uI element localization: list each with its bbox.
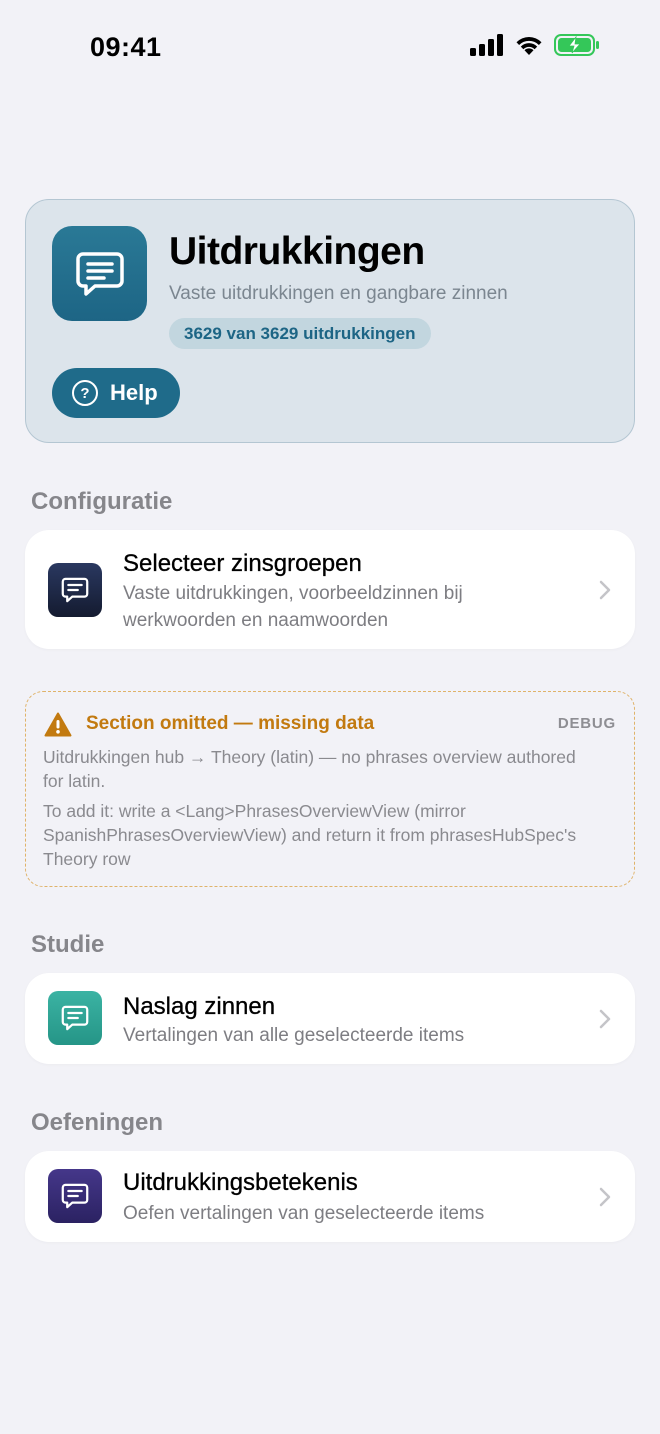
section-header-configuratie: Configuratie [31,488,173,515]
chat-bubble-icon [52,226,147,321]
select-groups-row[interactable]: Selecteer zinsgroepen Vaste uitdrukkinge… [25,530,635,649]
debug-tag: DEBUG [557,715,616,732]
help-label: Help [110,380,158,405]
battery-charging-icon [554,34,600,61]
uitdrukkingsbetekenis-row[interactable]: Uitdrukkingsbetekenis Oefen vertalingen … [25,1151,635,1242]
row-subtitle: Vertalingen van alle geselecteerde items [123,1025,465,1046]
page-subtitle: Vaste uitdrukkingen en gangbare zinnen [169,283,508,304]
row-title: Uitdrukkingsbetekenis [123,1169,358,1196]
debug-instructions: To add it: write a <Lang>PhrasesOverview… [43,801,577,869]
row-subtitle: Oefen vertalingen van geselecteerde item… [123,1203,485,1224]
page-title: Uitdrukkingen [169,230,425,273]
status-bar: 09:41 [0,0,660,96]
chat-bubble-icon [48,1169,102,1223]
debug-title: Section omitted — missing data [86,713,375,734]
warning-triangle-icon [44,712,72,742]
debug-missing-data-card: Section omitted — missing data DEBUG Uit… [25,691,635,887]
chevron-right-icon [599,1009,611,1034]
count-badge: 3629 van 3629 uitdrukkingen [169,318,431,349]
row-title: Naslag zinnen [123,993,276,1020]
cellular-signal-icon [470,34,504,61]
hero-card: Uitdrukkingen Vaste uitdrukkingen en gan… [25,199,635,443]
question-circle-icon: ? [72,380,98,406]
help-button[interactable]: ? Help [52,368,180,418]
chat-bubble-icon [48,991,102,1045]
row-subtitle: Vaste uitdrukkingen, voorbeeldzinnen bij… [123,583,463,631]
status-time: 09:41 [90,32,162,62]
section-header-oefeningen: Oefeningen [31,1109,164,1136]
chat-bubble-icon [48,563,102,617]
section-header-studie: Studie [31,931,105,958]
chevron-right-icon [599,580,611,605]
debug-message: Uitdrukkingen hub → Theory (latin) — no … [43,747,576,791]
chevron-right-icon [599,1187,611,1212]
row-title: Selecteer zinsgroepen [123,550,362,577]
status-icons [470,34,600,61]
naslag-zinnen-row[interactable]: Naslag zinnen Vertalingen van alle gesel… [25,973,635,1064]
wifi-icon [514,34,544,61]
